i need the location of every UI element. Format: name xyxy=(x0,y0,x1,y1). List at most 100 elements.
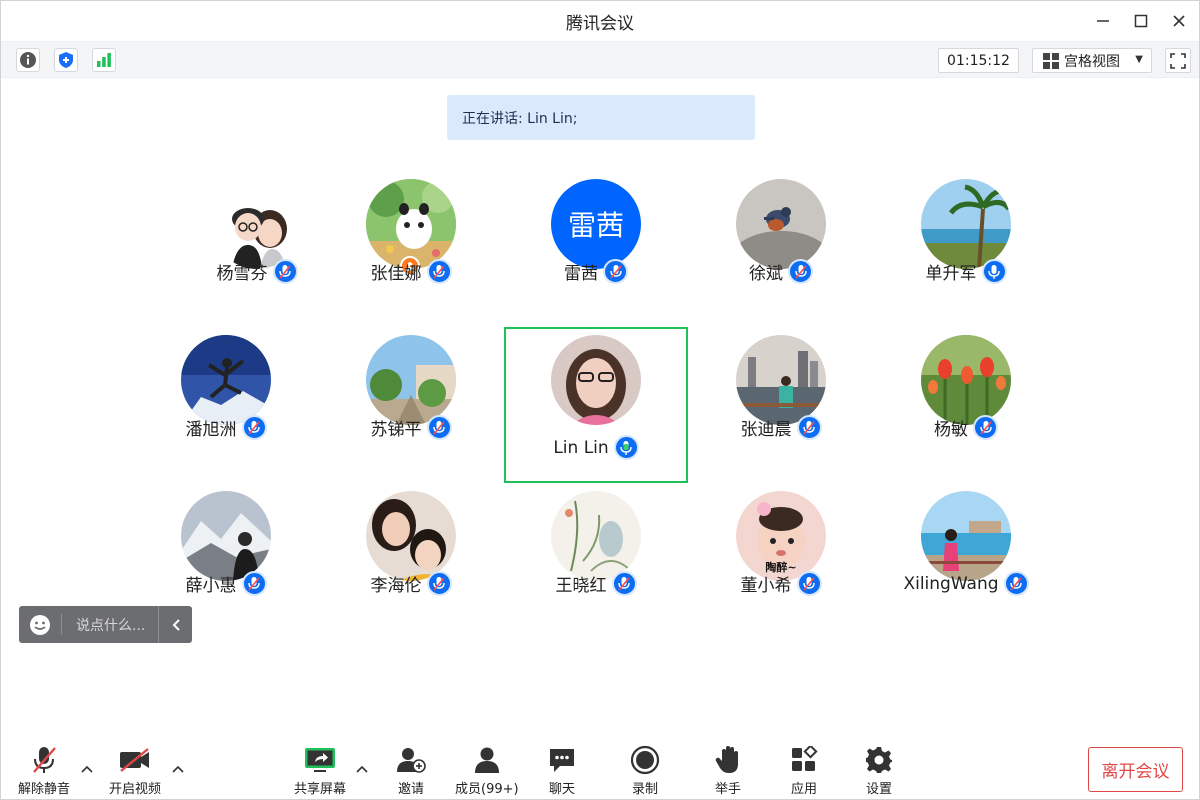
members-icon xyxy=(472,744,502,776)
record-button[interactable]: 录制 xyxy=(630,744,660,797)
participant-name: 徐斌 xyxy=(749,264,783,284)
start-video-button[interactable]: 开启视频 xyxy=(109,744,161,797)
participant-tile[interactable]: 单升军 xyxy=(874,159,1058,313)
avatar xyxy=(921,179,1011,269)
participant-tile[interactable]: 张佳娜 xyxy=(319,159,503,313)
meeting-info-button[interactable] xyxy=(16,48,40,72)
avatar xyxy=(921,491,1011,581)
participant-tile[interactable]: 张迪晨 xyxy=(689,315,873,469)
participant-name-row: 苏锑平 xyxy=(319,415,503,440)
participant-tile[interactable]: 苏锑平 xyxy=(319,315,503,469)
avatar xyxy=(551,335,641,425)
close-button[interactable] xyxy=(1167,9,1191,33)
quick-chat-bar: 说点什么... xyxy=(19,606,192,643)
share-screen-label: 共享屏幕 xyxy=(294,782,347,797)
security-button[interactable] xyxy=(54,48,78,72)
mic-muted-icon xyxy=(973,415,998,440)
unmute-button[interactable]: 解除静音 xyxy=(18,744,70,797)
mic-muted-icon xyxy=(426,415,452,440)
invite-button[interactable]: 邀请 xyxy=(396,744,426,797)
mic-muted-icon xyxy=(603,259,628,284)
participant-tile[interactable]: 薛小惠 xyxy=(134,471,318,625)
chat-button[interactable]: 聊天 xyxy=(548,744,576,797)
apps-label: 应用 xyxy=(790,782,817,797)
shield-icon xyxy=(59,52,73,68)
leave-meeting-button[interactable]: 离开会议 xyxy=(1088,747,1183,792)
avatar: 陶醉~ xyxy=(736,491,826,581)
participant-name-row: 张佳娜 xyxy=(319,259,503,284)
meeting-window: 腾讯会议 01:15:12 宫格视图 ▼ 正在讲话: Lin Lin; 杨雪芬 … xyxy=(0,0,1200,800)
mic-muted-icon xyxy=(796,415,822,440)
avatar xyxy=(921,335,1011,425)
mic-muted-icon xyxy=(426,571,452,596)
network-status-button[interactable] xyxy=(92,48,116,72)
chevron-up-icon xyxy=(356,765,368,773)
avatar xyxy=(181,491,271,581)
close-icon xyxy=(1173,15,1185,27)
apps-button[interactable]: 应用 xyxy=(790,744,818,797)
meeting-timer: 01:15:12 xyxy=(938,48,1019,73)
participant-name-row: XilingWang xyxy=(874,571,1058,596)
audio-options-button[interactable] xyxy=(79,761,95,777)
mic-on-icon xyxy=(981,259,1007,284)
avatar xyxy=(736,335,826,425)
unmute-label: 解除静音 xyxy=(18,782,71,797)
participant-tile[interactable]: 雷茜 雷茜 xyxy=(504,159,688,313)
record-label: 录制 xyxy=(631,782,658,797)
members-label: 成员(99+) xyxy=(455,782,519,797)
participant-tile[interactable]: 杨敏 xyxy=(874,315,1058,469)
window-controls xyxy=(1091,1,1191,41)
participant-name: 杨敏 xyxy=(934,420,968,440)
settings-button[interactable]: 设置 xyxy=(865,744,893,797)
participant-name: 雷茜 xyxy=(564,264,598,284)
video-options-button[interactable] xyxy=(170,761,186,777)
apps-icon xyxy=(790,744,818,776)
mic-off-icon xyxy=(30,744,58,776)
participant-tile[interactable]: 王晓红 xyxy=(504,471,688,625)
participant-tile[interactable]: XilingWang xyxy=(874,471,1058,625)
camera-off-icon xyxy=(118,744,152,776)
bottom-control-bar: 解除静音 开启视频 共享屏幕 邀请 成员(99+) 聊天 录制 举手 应用 设置… xyxy=(1,739,1199,800)
info-icon xyxy=(20,52,36,68)
avatar xyxy=(181,335,271,425)
share-screen-button[interactable]: 共享屏幕 xyxy=(294,744,346,797)
fullscreen-button[interactable] xyxy=(1165,48,1191,73)
invite-label: 邀请 xyxy=(397,782,424,797)
emoji-button[interactable] xyxy=(19,606,61,643)
collapse-chat-button[interactable] xyxy=(158,606,192,643)
view-mode-dropdown[interactable]: 宫格视图 ▼ xyxy=(1032,48,1152,73)
mic-speaking-icon xyxy=(613,435,639,460)
maximize-icon xyxy=(1134,14,1148,28)
speaking-indicator: 正在讲话: Lin Lin; xyxy=(447,95,755,140)
participant-tile-active-speaker[interactable]: Lin Lin xyxy=(504,327,688,483)
participant-name-row: 雷茜 xyxy=(504,259,688,284)
participant-name: 薛小惠 xyxy=(185,576,237,596)
share-options-button[interactable] xyxy=(354,761,370,777)
participant-tile[interactable]: 李海伦 xyxy=(319,471,503,625)
mic-muted-icon xyxy=(788,259,813,284)
start-video-label: 开启视频 xyxy=(109,782,162,797)
participant-name: 董小希 xyxy=(740,576,792,596)
emoji-icon xyxy=(30,614,50,635)
chat-input[interactable]: 说点什么... xyxy=(62,615,158,635)
chevron-up-icon xyxy=(172,765,184,773)
chat-icon xyxy=(548,744,576,776)
share-screen-icon xyxy=(304,744,336,776)
mic-muted-icon xyxy=(1003,571,1029,596)
meeting-toolbar: 01:15:12 宫格视图 ▼ xyxy=(1,41,1199,78)
participant-tile[interactable]: 陶醉~ 董小希 xyxy=(689,471,873,625)
participant-name-row: 徐斌 xyxy=(689,259,873,284)
members-button[interactable]: 成员(99+) xyxy=(455,744,519,797)
fullscreen-icon xyxy=(1170,52,1186,69)
hand-icon xyxy=(715,744,741,776)
raise-hand-label: 举手 xyxy=(715,782,742,797)
participant-tile[interactable]: 潘旭洲 xyxy=(134,315,318,469)
participant-name: 张迪晨 xyxy=(740,420,792,440)
participant-name: 杨雪芬 xyxy=(216,264,268,284)
maximize-button[interactable] xyxy=(1129,9,1153,33)
participant-name-row: 薛小惠 xyxy=(134,571,318,596)
minimize-button[interactable] xyxy=(1091,9,1115,33)
raise-hand-button[interactable]: 举手 xyxy=(715,744,741,797)
title-bar: 腾讯会议 xyxy=(1,1,1199,41)
participant-tile[interactable]: 徐斌 xyxy=(689,159,873,313)
